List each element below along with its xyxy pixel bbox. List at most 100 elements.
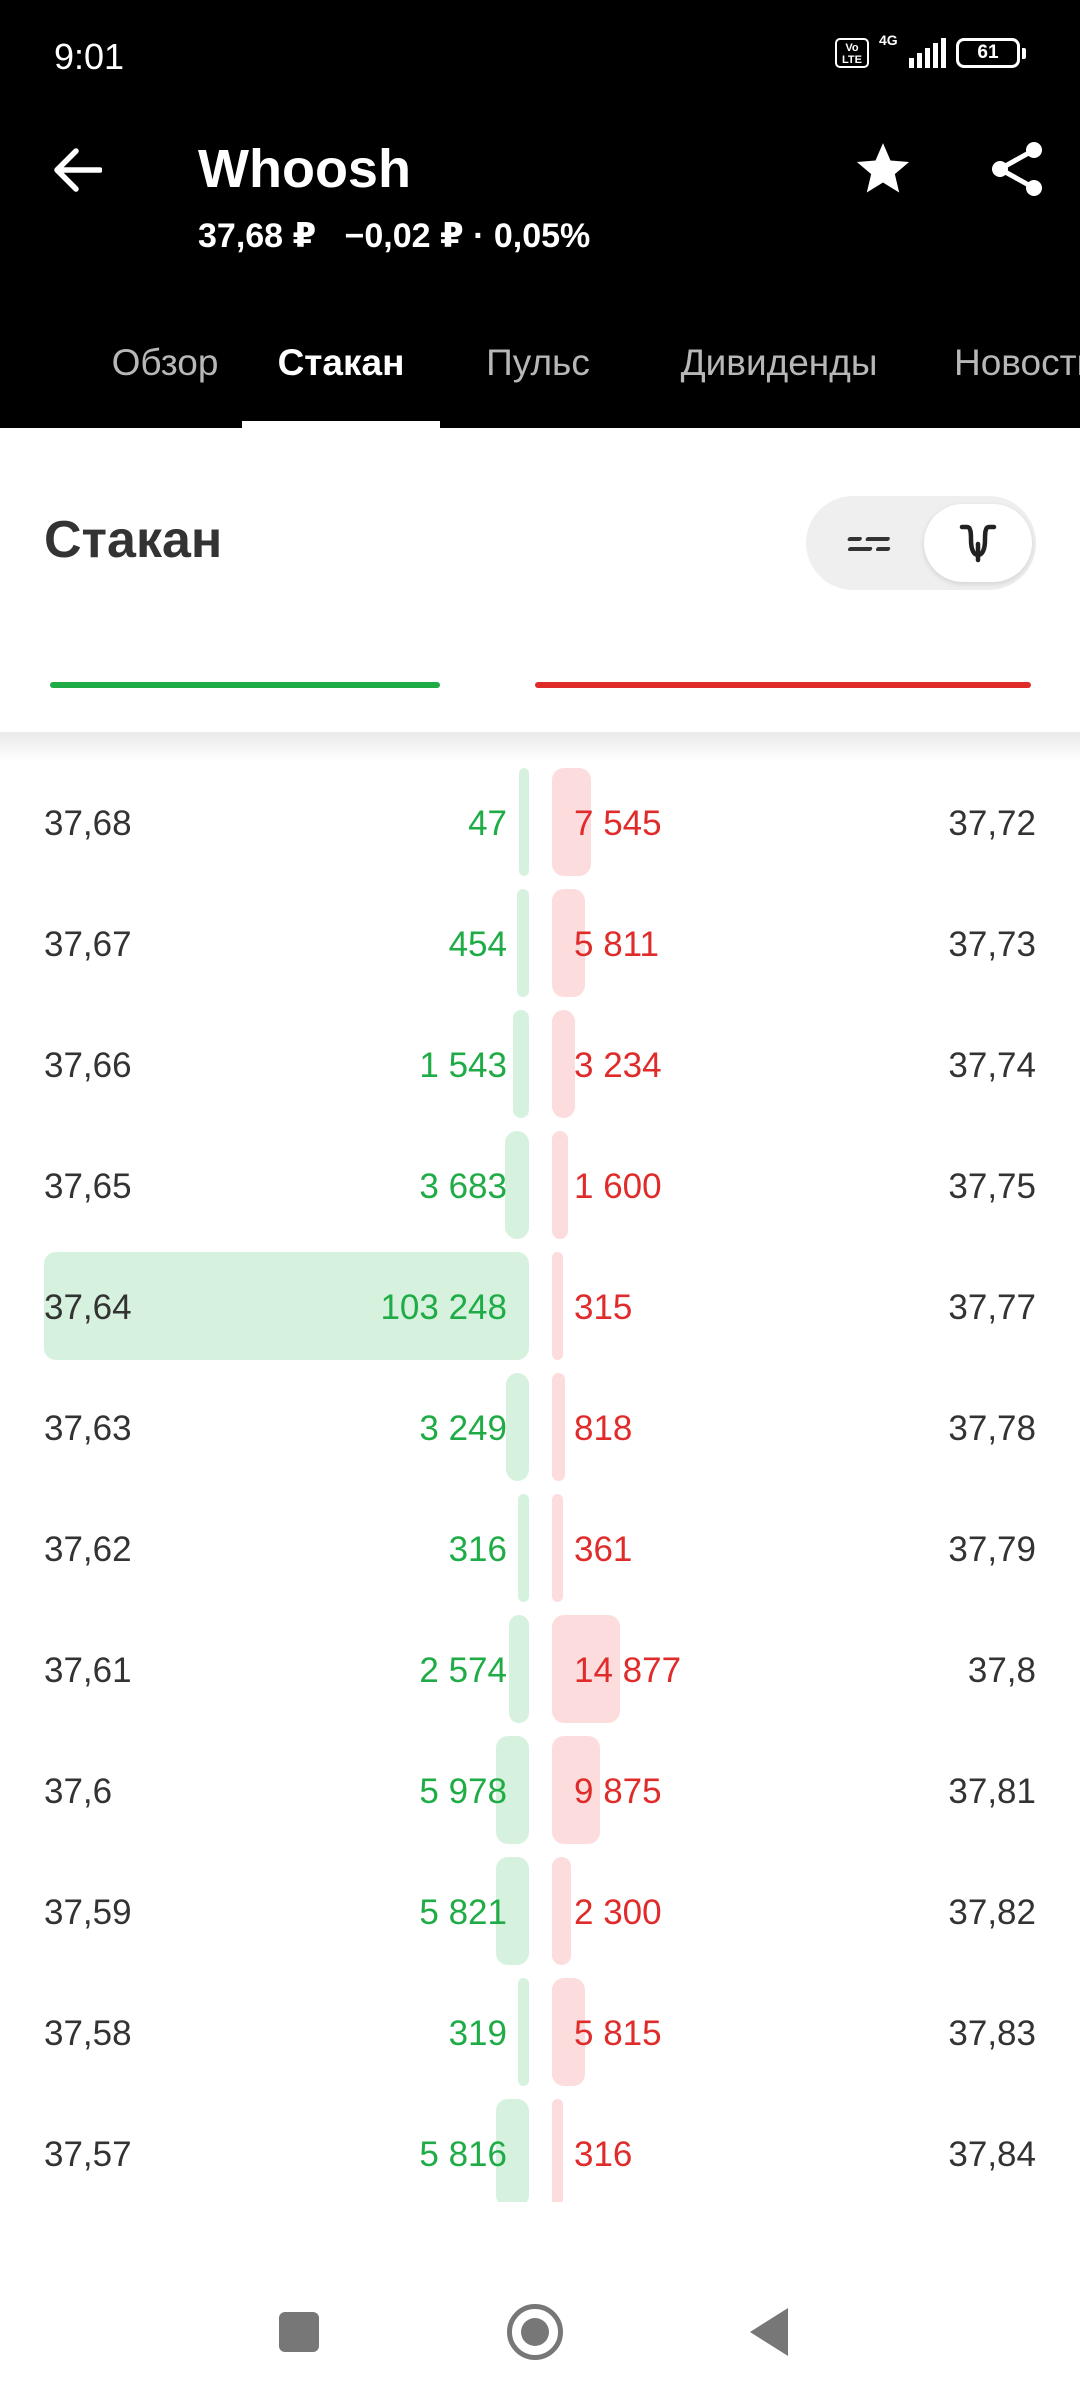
- ask-quantity: 14 877: [574, 1651, 682, 1690]
- recents-square-icon[interactable]: [279, 2312, 319, 2352]
- ask-quantity: 361: [574, 1530, 633, 1569]
- order-book-row[interactable]: 37,59 5 821 2 300 37,82: [0, 1851, 1080, 1972]
- bid-quantity: 316: [448, 1530, 507, 1569]
- ask-volume-bar: [552, 1494, 564, 1602]
- tab-dividends[interactable]: Дивиденды: [668, 320, 890, 428]
- tab-news[interactable]: Новости: [954, 320, 1080, 428]
- order-book-row[interactable]: 37,68 47 7 545 37,72: [0, 762, 1080, 883]
- order-book-row[interactable]: 37,57 5 816 316 37,84: [0, 2093, 1080, 2202]
- bid-price: 37,61: [44, 1651, 132, 1690]
- status-bar: 9:01 Vo LTE 4G 61: [0, 0, 1080, 110]
- battery-level: 61: [977, 42, 999, 63]
- ask-side-indicator: [535, 682, 1031, 688]
- bid-price: 37,58: [44, 2014, 132, 2053]
- ask-price: 37,82: [948, 1893, 1036, 1932]
- bid-volume-bar: [517, 1494, 529, 1602]
- network-type: 4G: [879, 32, 898, 48]
- ask-quantity: 3 234: [574, 1046, 662, 1085]
- order-book-row[interactable]: 37,64 103 248 315 37,77: [0, 1246, 1080, 1367]
- ask-price: 37,8: [967, 1651, 1036, 1690]
- bid-price: 37,63: [44, 1409, 132, 1448]
- tab-order-book[interactable]: Стакан: [242, 320, 440, 428]
- bid-quantity: 103 248: [380, 1288, 507, 1327]
- ask-volume-bar: [552, 2099, 564, 2202]
- share-icon: [992, 142, 1042, 196]
- bid-price: 37,6: [44, 1772, 113, 1811]
- order-book-row[interactable]: 37,67 454 5 811 37,73: [0, 883, 1080, 1004]
- star-icon: [856, 143, 910, 193]
- tab-label: Обзор: [111, 342, 219, 383]
- order-book-row[interactable]: 37,58 319 5 815 37,83: [0, 1972, 1080, 2093]
- bid-price: 37,57: [44, 2135, 132, 2174]
- bid-volume-bar: [508, 1615, 529, 1723]
- order-book-row[interactable]: 37,66 1 543 3 234 37,74: [0, 1004, 1080, 1125]
- tab-pulse[interactable]: Пульс: [478, 320, 598, 428]
- bid-quantity: 2 574: [419, 1651, 507, 1690]
- ask-quantity: 316: [574, 2135, 633, 2174]
- share-button[interactable]: [984, 136, 1050, 202]
- ask-quantity: 2 300: [574, 1893, 662, 1932]
- ask-price: 37,73: [948, 925, 1036, 964]
- ask-price: 37,77: [948, 1288, 1036, 1327]
- home-circle-icon[interactable]: [507, 2304, 563, 2360]
- ask-volume-bar: [552, 1010, 575, 1118]
- order-book-row[interactable]: 37,62 316 361 37,79: [0, 1488, 1080, 1609]
- system-nav-bar: [0, 2240, 1080, 2400]
- tab-bar: Обзор Стакан Пульс Дивиденды Новости: [0, 320, 1080, 428]
- bid-quantity: 5 978: [419, 1772, 507, 1811]
- status-time: 9:01: [54, 36, 125, 77]
- ask-price: 37,74: [948, 1046, 1036, 1085]
- status-icons: Vo LTE 4G 61: [835, 32, 1026, 68]
- bid-volume-bar: [518, 768, 529, 876]
- price-change: −0,02 ₽ · 0,05%: [344, 217, 591, 255]
- order-book-row[interactable]: 37,63 3 249 818 37,78: [0, 1367, 1080, 1488]
- list-view-button[interactable]: [814, 504, 922, 582]
- ask-price: 37,79: [948, 1530, 1036, 1569]
- signal-icon: 4G: [879, 32, 946, 68]
- top-bar: 9:01 Vo LTE 4G 61 Whoosh 37,68 ₽ −0,02 ₽…: [0, 0, 1080, 428]
- view-toggle: [806, 496, 1036, 590]
- order-book-row[interactable]: 37,61 2 574 14 877 37,8: [0, 1609, 1080, 1730]
- back-button[interactable]: [42, 130, 112, 210]
- back-triangle-icon[interactable]: [750, 2308, 788, 2356]
- order-book: 37,68 47 7 545 37,72 37,67 454 5 811 37,73 37,66…: [0, 762, 1080, 2202]
- bid-volume-bar: [517, 1978, 529, 2086]
- list-view-icon: [847, 537, 891, 551]
- ask-volume-bar: [552, 1252, 564, 1360]
- tab-label: Стакан: [277, 342, 405, 383]
- ask-price: 37,75: [948, 1167, 1036, 1206]
- ask-quantity: 5 815: [574, 2014, 662, 2053]
- bid-volume-bar: [504, 1131, 529, 1239]
- ask-volume-bar: [552, 1857, 571, 1965]
- bid-volume-bar: [512, 1010, 529, 1118]
- favorite-button[interactable]: [850, 136, 916, 202]
- ask-quantity: 9 875: [574, 1772, 662, 1811]
- bid-quantity: 3 249: [419, 1409, 507, 1448]
- ask-quantity: 5 811: [574, 925, 659, 964]
- price-line: 37,68 ₽ −0,02 ₽ · 0,05%: [198, 216, 590, 256]
- volte-icon: Vo LTE: [835, 38, 869, 68]
- back-arrow-icon: [54, 148, 102, 192]
- depth-view-button[interactable]: [924, 504, 1032, 582]
- order-book-row[interactable]: 37,6 5 978 9 875 37,81: [0, 1730, 1080, 1851]
- ask-volume-bar: [552, 1131, 569, 1239]
- ask-price: 37,83: [948, 2014, 1036, 2053]
- tab-label: Пульс: [486, 342, 590, 383]
- header-shadow: [0, 732, 1080, 762]
- ask-price: 37,81: [948, 1772, 1036, 1811]
- battery-icon: 61: [956, 38, 1026, 68]
- ask-quantity: 315: [574, 1288, 633, 1327]
- bid-price: 37,68: [44, 804, 132, 843]
- bid-volume-bar: [506, 1373, 529, 1481]
- bid-price: 37,66: [44, 1046, 132, 1085]
- bid-price: 37,59: [44, 1893, 132, 1932]
- bid-quantity: 454: [448, 925, 507, 964]
- ask-price: 37,72: [948, 804, 1036, 843]
- order-book-row[interactable]: 37,65 3 683 1 600 37,75: [0, 1125, 1080, 1246]
- bid-quantity: 5 816: [419, 2135, 507, 2174]
- bid-price: 37,67: [44, 925, 132, 964]
- tab-overview[interactable]: Обзор: [86, 320, 244, 428]
- bid-quantity: 47: [468, 804, 507, 843]
- bid-quantity: 1 543: [419, 1046, 507, 1085]
- depth-view-icon: [959, 524, 997, 563]
